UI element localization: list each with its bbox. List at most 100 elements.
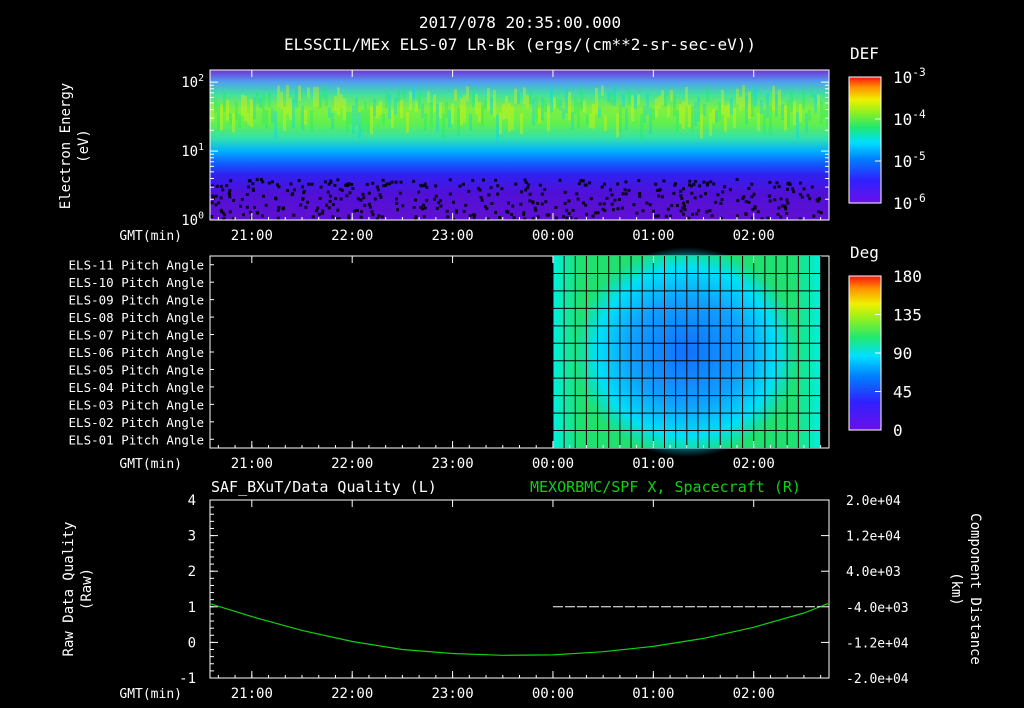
- left-axis-tick-label: 2: [188, 564, 196, 580]
- deg-colorbar-tick-label: 45: [893, 383, 912, 402]
- spectrogram-dropout: [494, 178, 498, 182]
- spectrogram-streak: [463, 95, 466, 124]
- spectrogram-dropout: [583, 183, 587, 187]
- spectrogram-streak: [481, 104, 484, 127]
- pitch-angle-row-label: ELS-02 Pitch Angle: [69, 415, 204, 430]
- spectrogram-streak: [376, 105, 379, 119]
- spectrogram-dropout: [687, 216, 691, 220]
- spectrogram-streak: [658, 95, 661, 109]
- def-colorbar-label: DEF: [850, 44, 879, 63]
- spectrogram-dropout: [260, 214, 264, 218]
- spectrogram-dropout: [554, 205, 558, 209]
- spectrogram-streak: [367, 108, 370, 134]
- spectrogram-dropout: [388, 182, 392, 186]
- spectrogram-streak: [421, 103, 424, 119]
- spectrogram-streak: [814, 93, 817, 114]
- spectrogram-dropout: [756, 210, 760, 214]
- spectrogram-dropout: [544, 200, 548, 204]
- spectrogram-dropout: [714, 200, 718, 204]
- deg-colorbar-tick-label: 0: [893, 421, 903, 440]
- spectrogram-dropout: [331, 215, 335, 219]
- spectrogram-dropout: [498, 215, 502, 219]
- spectrogram-dropout: [380, 215, 384, 219]
- spectrogram-dropout: [401, 204, 405, 208]
- spectrogram-streak: [250, 99, 253, 127]
- spectrogram-streak: [352, 105, 355, 134]
- spectrogram-streak: [289, 98, 292, 120]
- spectrogram-dropout: [657, 188, 661, 192]
- spectrogram-dropout: [536, 215, 540, 219]
- spectrogram-dropout: [367, 191, 371, 195]
- spectrogram-dropout: [620, 206, 624, 210]
- spectrogram-dropout: [325, 203, 329, 207]
- deg-colorbar-tick-label: 90: [893, 344, 912, 363]
- spectrogram-streak: [388, 94, 391, 119]
- left-axis-tick-label: 0: [188, 635, 196, 651]
- spectrogram-dropout: [359, 215, 363, 219]
- spectrogram-dropout: [339, 197, 343, 201]
- spectrogram-dropout: [448, 178, 452, 182]
- spectrogram-streak: [637, 94, 640, 105]
- time-tick-label: 21:00: [231, 686, 273, 702]
- left-axis-tick-label: 1: [188, 600, 196, 616]
- time-tick-label: 21:00: [231, 228, 273, 244]
- spectrogram-streak: [748, 91, 751, 119]
- spectrogram-streak: [631, 95, 634, 122]
- spectrogram-streak: [679, 103, 682, 125]
- spectrogram-dropout: [373, 197, 377, 201]
- spectrogram-dropout: [506, 201, 510, 205]
- spectrogram-dropout: [785, 212, 789, 216]
- pitch-angle-row-label: ELS-03 Pitch Angle: [69, 397, 204, 412]
- spectrogram-streak: [802, 90, 805, 110]
- spectrogram-dropout: [214, 194, 218, 198]
- spectrogram-dropout: [742, 195, 746, 199]
- spectrogram-dropout: [637, 179, 641, 183]
- spectrogram-dropout: [613, 198, 617, 202]
- right-axis-tick-label: -2.0e+04: [846, 672, 909, 687]
- spectrogram-dropout: [471, 178, 475, 182]
- spectrogram-dropout: [219, 184, 223, 188]
- line-plot-title-right: MEXORBMC/SPF X, Spacecraft (R): [530, 478, 801, 496]
- spectrogram-dropout: [704, 192, 708, 196]
- spectrogram-streak: [346, 112, 349, 133]
- spectrogram-dropout: [545, 213, 549, 217]
- spectrogram-dropout: [596, 211, 600, 215]
- spectrogram-dropout: [264, 203, 268, 207]
- spectrogram-dropout: [338, 187, 342, 191]
- spectrogram-dropout: [656, 214, 660, 218]
- spectrogram-dropout: [370, 210, 374, 214]
- spectrogram-streak: [634, 94, 637, 110]
- spectrogram-dropout: [365, 182, 369, 186]
- gmt-label: GMT(min): [119, 687, 182, 702]
- spectrogram-dropout: [767, 194, 771, 198]
- spectrogram-dropout: [247, 185, 251, 189]
- time-tick-label: 23:00: [432, 686, 474, 702]
- spectrogram-dropout: [679, 209, 683, 213]
- spectrogram-dropout: [632, 203, 636, 207]
- spectrogram-streak: [475, 94, 478, 114]
- spectrogram-streak: [583, 100, 586, 113]
- spectrogram-streak: [664, 93, 667, 107]
- spectrogram-streak: [589, 113, 592, 129]
- spectrogram-dropout: [348, 191, 352, 195]
- spectrogram-streak: [670, 89, 673, 102]
- spectrogram-streak: [316, 86, 319, 107]
- spectrogram-streak: [526, 94, 529, 108]
- spectrogram-streak: [676, 110, 679, 133]
- spectrogram-dropout: [699, 194, 703, 198]
- spectrogram-streak: [808, 109, 811, 121]
- spectrogram-dropout: [336, 178, 340, 182]
- spectrogram-dropout: [482, 178, 486, 182]
- spectrogram-dropout: [675, 204, 679, 208]
- spectrogram-streak: [652, 108, 655, 120]
- spectrogram-streak: [805, 113, 808, 133]
- time-tick-label: 00:00: [532, 686, 574, 702]
- spectrogram-streak: [517, 92, 520, 104]
- spectrogram-dropout: [307, 182, 311, 186]
- left-axis-tick-label: 4: [188, 493, 196, 509]
- spectrogram-streak: [487, 87, 490, 111]
- spectrogram-streak: [784, 105, 787, 131]
- spectrogram-dropout: [779, 197, 783, 201]
- spectrogram-dropout: [672, 191, 676, 195]
- spectrogram-dropout: [439, 204, 443, 208]
